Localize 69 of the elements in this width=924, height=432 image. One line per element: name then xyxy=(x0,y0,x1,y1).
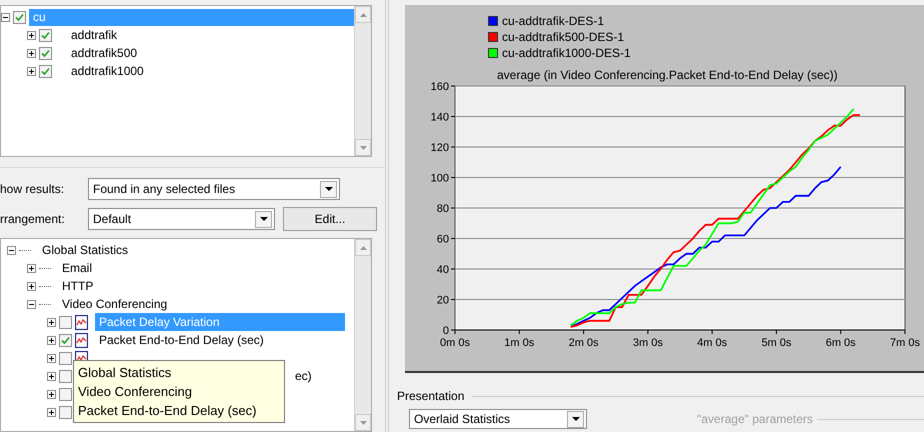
axis-tick-label: 100 xyxy=(430,172,449,184)
tree-item[interactable]: HTTP xyxy=(62,277,94,295)
legend-label: cu-addtrafik1000-DES-1 xyxy=(502,45,631,61)
collapse-icon[interactable] xyxy=(7,246,16,254)
tree-item[interactable]: addtrafik xyxy=(67,26,122,44)
legend-label: cu-addtrafik-DES-1 xyxy=(502,13,604,29)
axis-tick-label: 6m 0s xyxy=(826,337,856,349)
axis-tick-label: 120 xyxy=(430,142,449,154)
axis-tick-label: 3m 0s xyxy=(632,337,663,349)
axis-tick-label: 1m 0s xyxy=(504,337,534,349)
tree-item[interactable]: Global Statistics xyxy=(42,241,128,259)
checkbox[interactable] xyxy=(13,10,26,24)
graph-document-icon xyxy=(75,332,88,348)
dropdown-caret-icon[interactable] xyxy=(320,180,337,198)
checkbox[interactable] xyxy=(59,370,72,382)
tree-item[interactable]: Email xyxy=(62,259,92,277)
legend-label: cu-addtrafik500-DES-1 xyxy=(502,29,624,45)
checkbox[interactable] xyxy=(59,388,72,400)
axis-tick-label: 40 xyxy=(436,264,449,276)
checkbox[interactable] xyxy=(39,46,52,60)
expand-icon[interactable] xyxy=(47,408,56,416)
expand-icon[interactable] xyxy=(27,282,36,290)
axis-tick-label: 4m 0s xyxy=(697,337,728,349)
tooltip-line: Video Conferencing xyxy=(78,383,193,401)
axis-tick-label: 7m 0s xyxy=(890,337,920,349)
expand-icon[interactable] xyxy=(27,264,36,272)
expand-icon[interactable] xyxy=(27,30,36,40)
tree-item[interactable]: Video Conferencing xyxy=(62,295,168,313)
expand-icon[interactable] xyxy=(27,48,36,58)
arrangement-dropdown[interactable]: Default xyxy=(88,208,275,230)
checkbox[interactable] xyxy=(59,352,72,364)
expand-icon[interactable] xyxy=(47,354,56,362)
edit-button[interactable]: Edit... xyxy=(283,207,377,231)
expand-icon[interactable] xyxy=(47,318,56,326)
tooltip-line: Packet End-to-End Delay (sec) xyxy=(78,402,258,420)
presentation-dropdown[interactable]: Overlaid Statistics xyxy=(409,409,587,429)
axis-tick-label: 140 xyxy=(430,112,449,124)
checkbox[interactable] xyxy=(39,28,52,42)
collapse-icon[interactable] xyxy=(1,12,10,22)
field-label: how results: xyxy=(0,181,66,198)
chart-title: average (in Video Conferencing.Packet End-to-End Delay (sec)) xyxy=(497,67,839,84)
checkbox[interactable] xyxy=(59,334,72,346)
group-title: Presentation xyxy=(397,388,464,405)
tree-item[interactable]: ec) xyxy=(291,367,316,385)
expand-icon[interactable] xyxy=(47,336,56,344)
expand-icon[interactable] xyxy=(47,372,56,380)
checkbox[interactable] xyxy=(39,64,52,78)
expand-icon[interactable] xyxy=(47,390,56,398)
tree-item[interactable]: addtrafik500 xyxy=(67,44,142,62)
axis-tick-label: 60 xyxy=(436,234,449,246)
collapse-icon[interactable] xyxy=(27,300,36,308)
group-title: "average" parameters xyxy=(697,411,813,428)
axis-tick-label: 0m 0s xyxy=(440,337,470,349)
checkbox[interactable] xyxy=(59,406,72,418)
checkbox[interactable] xyxy=(59,316,72,328)
show-results-dropdown[interactable]: Found in any selected files xyxy=(88,178,340,200)
field-label: rrangement: xyxy=(0,211,66,228)
axis-tick-label: 80 xyxy=(436,203,449,215)
tooltip-line: Global Statistics xyxy=(78,364,172,382)
dropdown-caret-icon[interactable] xyxy=(567,410,584,428)
axis-tick-label: 5m 0s xyxy=(761,337,792,349)
axis-tick-label: 0 xyxy=(442,325,449,337)
axis-tick-label: 160 xyxy=(430,81,449,93)
dropdown-caret-icon[interactable] xyxy=(255,210,272,228)
graph-document-icon xyxy=(75,314,88,330)
expand-icon[interactable] xyxy=(27,66,36,76)
tree-item[interactable]: addtrafik1000 xyxy=(67,62,148,80)
axis-tick-label: 2m 0s xyxy=(568,337,599,349)
axis-tick-label: 20 xyxy=(436,294,449,306)
